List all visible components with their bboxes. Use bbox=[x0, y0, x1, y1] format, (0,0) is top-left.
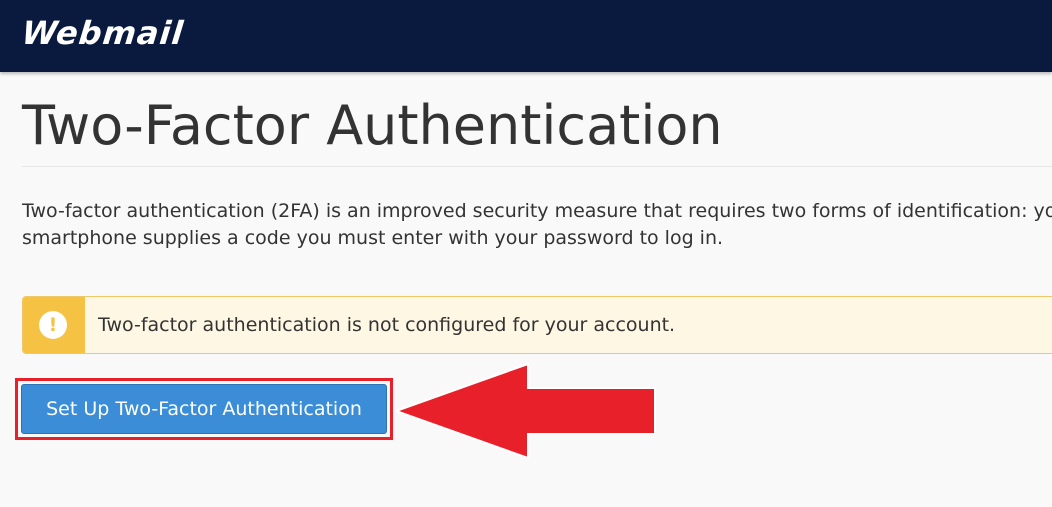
page-title: Two-Factor Authentication bbox=[22, 94, 723, 157]
top-navigation-bar: Webmail bbox=[0, 0, 1052, 72]
warning-icon: ! bbox=[39, 311, 67, 339]
setup-two-factor-button[interactable]: Set Up Two-Factor Authentication bbox=[21, 384, 387, 434]
annotation-arrow-shape bbox=[394, 362, 656, 460]
alert-icon-area: ! bbox=[23, 297, 85, 353]
alert-message: Two-factor authentication is not configu… bbox=[98, 314, 676, 336]
webmail-logo[interactable]: Webmail bbox=[20, 14, 186, 52]
page-description: Two-factor authentication (2FA) is an im… bbox=[22, 198, 1052, 252]
annotation-arrow-icon bbox=[394, 362, 656, 460]
title-divider bbox=[22, 166, 1052, 167]
warning-alert: ! Two-factor authentication is not confi… bbox=[22, 296, 1052, 354]
description-line-2: smartphone supplies a code you must ente… bbox=[22, 227, 724, 249]
description-line-1: Two-factor authentication (2FA) is an im… bbox=[22, 200, 1052, 222]
